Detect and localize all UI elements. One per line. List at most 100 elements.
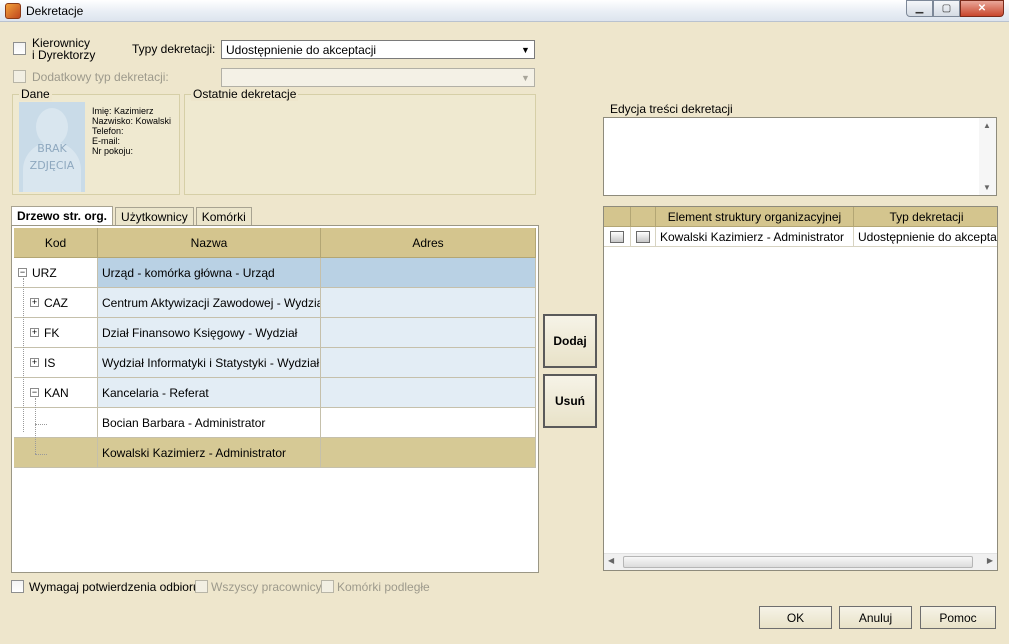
anuluj-button[interactable]: Anuluj xyxy=(839,606,912,629)
edycja-label: Edycja treści dekretacji xyxy=(610,102,733,116)
collapse-icon[interactable]: − xyxy=(18,268,27,277)
tree-kod-cell: − URZ xyxy=(14,258,98,288)
tree-kod: IS xyxy=(44,355,56,370)
user-telefon: Telefon: xyxy=(92,126,124,136)
kierownicy-checkbox[interactable] xyxy=(13,42,26,55)
tree-kod-cell: + FK xyxy=(14,318,98,348)
minimize-icon[interactable]: ▁ xyxy=(906,0,933,17)
tab-strip: Drzewo str. org. Użytkownicy Komórki xyxy=(11,206,254,225)
column-header-typ[interactable]: Typ dekretacji xyxy=(854,207,997,227)
komorki-label: Komórki podległe xyxy=(337,580,430,594)
close-icon[interactable]: ✕ xyxy=(960,0,1004,17)
user-nazwisko: Nazwisko: Kowalski xyxy=(92,116,172,126)
table-row[interactable]: Kowalski Kazimierz - Administrator xyxy=(14,438,536,468)
dekretacje-grid[interactable]: Element struktury organizacyjnej Typ dek… xyxy=(603,206,998,571)
title-bar xyxy=(0,0,1009,22)
tree-connector xyxy=(35,424,47,425)
row-action-cell xyxy=(604,227,631,247)
dekretacja-typ[interactable]: Udostępnienie do akceptacji xyxy=(854,227,997,247)
kierownicy-label: Kierownicy i Dyrektorzy xyxy=(32,36,96,62)
table-row[interactable]: Bocian Barbara - Administrator xyxy=(14,408,536,438)
tree-kod: URZ xyxy=(32,265,57,280)
avatar: BRAK ZDJĘCIA xyxy=(19,102,85,192)
user-info: Imię: Kazimierz Nazwisko: Kowalski Telef… xyxy=(92,106,171,156)
user-imie: Imię: Kazimierz xyxy=(92,106,154,116)
tree-nazwa: Kowalski Kazimierz - Administrator xyxy=(98,438,321,468)
pomoc-button[interactable]: Pomoc xyxy=(920,606,996,629)
table-row[interactable]: − KAN Kancelaria - Referat xyxy=(14,378,536,408)
tree-nazwa: Urząd - komórka główna - Urząd xyxy=(98,258,321,288)
tab-drzewo[interactable]: Drzewo str. org. xyxy=(11,206,114,225)
collapse-icon[interactable]: − xyxy=(30,388,39,397)
window-controls: ▁ ▢ ✕ xyxy=(906,0,1004,17)
ok-button[interactable]: OK xyxy=(759,606,832,629)
photo-placeholder-text: BRAK ZDJĘCIA xyxy=(29,142,75,172)
ostatnie-dekretacje-title: Ostatnie dekretacje xyxy=(191,87,299,101)
typy-dekretacji-value: Udostępnienie do akceptacji xyxy=(226,43,377,57)
tree-adres xyxy=(321,318,536,348)
dodatkowy-typ-select[interactable]: ▼ xyxy=(221,68,535,87)
tree-adres xyxy=(321,408,536,438)
edit-icon[interactable] xyxy=(610,230,624,243)
dodaj-button[interactable]: Dodaj xyxy=(543,314,597,368)
ostatnie-dekretacje-group: Ostatnie dekretacje xyxy=(184,87,536,195)
column-header-nazwa[interactable]: Nazwa xyxy=(98,228,321,258)
tree-kod: KAN xyxy=(44,385,69,400)
user-email: E-mail: xyxy=(92,136,121,146)
tab-komorki[interactable]: Komórki xyxy=(195,207,252,225)
edycja-scrollbar[interactable]: ▲ ▼ xyxy=(979,118,996,195)
tab-uzytkownicy[interactable]: Użytkownicy xyxy=(115,207,194,225)
tree-adres xyxy=(321,438,536,468)
org-tree-viewport: Kod Nazwa Adres − URZ Urząd - komórka głó… xyxy=(14,228,536,570)
tree-nazwa: Bocian Barbara - Administrator xyxy=(98,408,321,438)
dodatkowy-checkbox[interactable] xyxy=(13,70,26,83)
scroll-up-icon[interactable]: ▲ xyxy=(983,121,991,130)
tree-kod: CAZ xyxy=(44,295,68,310)
delete-icon[interactable] xyxy=(636,230,650,243)
wymagaj-checkbox[interactable] xyxy=(11,580,24,593)
tree-kod-cell: + CAZ xyxy=(14,288,98,318)
column-header-adres[interactable]: Adres xyxy=(321,228,536,258)
typy-dekretacji-select[interactable]: Udostępnienie do akceptacji ▼ xyxy=(221,40,535,59)
scroll-right-icon[interactable]: ▶ xyxy=(987,556,993,565)
column-header-icon2 xyxy=(631,207,656,227)
tree-connector xyxy=(35,398,36,454)
tree-kod-cell xyxy=(14,408,98,438)
user-pokoj: Nr pokoju: xyxy=(92,146,134,156)
typy-dekretacji-label: Typy dekretacji: xyxy=(132,42,216,56)
table-row[interactable]: + CAZ Centrum Aktywizacji Zawodowej - Wyd… xyxy=(14,288,536,318)
dodatkowy-typ-label: Dodatkowy typ dekretacji: xyxy=(32,70,169,84)
tree-connector xyxy=(35,454,47,455)
tree-kod-cell: + IS xyxy=(14,348,98,378)
komorki-checkbox[interactable] xyxy=(321,580,334,593)
tree-nazwa: Centrum Aktywizacji Zawodowej - Wydział xyxy=(98,288,321,318)
expand-icon[interactable]: + xyxy=(30,358,39,367)
table-row[interactable]: − URZ Urząd - komórka główna - Urząd xyxy=(14,258,536,288)
app-icon xyxy=(5,3,21,19)
tree-kod: FK xyxy=(44,325,60,340)
horizontal-scrollbar[interactable]: ◀ ▶ xyxy=(604,553,997,570)
scroll-thumb[interactable] xyxy=(623,556,973,568)
dekretacja-element[interactable]: Kowalski Kazimierz - Administrator xyxy=(656,227,854,247)
chevron-down-icon[interactable]: ▼ xyxy=(518,70,533,85)
column-header-kod[interactable]: Kod xyxy=(14,228,98,258)
table-row[interactable]: + FK Dział Finansowo Księgowy - Wydział xyxy=(14,318,536,348)
tree-kod-cell: − KAN xyxy=(14,378,98,408)
maximize-icon[interactable]: ▢ xyxy=(933,0,960,17)
wszyscy-checkbox[interactable] xyxy=(195,580,208,593)
tree-nazwa: Wydział Informatyki i Statystyki - Wydzi… xyxy=(98,348,321,378)
usun-button[interactable]: Usuń xyxy=(543,374,597,428)
tree-nazwa: Kancelaria - Referat xyxy=(98,378,321,408)
chevron-down-icon[interactable]: ▼ xyxy=(518,42,533,57)
org-tree-grid[interactable]: Kod Nazwa Adres − URZ Urząd - komórka głó… xyxy=(11,225,539,573)
table-row[interactable]: + IS Wydział Informatyki i Statystyki - W… xyxy=(14,348,536,378)
expand-icon[interactable]: + xyxy=(30,298,39,307)
column-header-element[interactable]: Element struktury organizacyjnej xyxy=(656,207,854,227)
scroll-left-icon[interactable]: ◀ xyxy=(608,556,614,565)
edycja-textarea[interactable]: ▲ ▼ xyxy=(603,117,997,196)
dane-title: Dane xyxy=(19,87,52,101)
scroll-down-icon[interactable]: ▼ xyxy=(983,183,991,192)
expand-icon[interactable]: + xyxy=(30,328,39,337)
tree-kod-cell xyxy=(14,438,98,468)
tree-connector xyxy=(23,278,24,432)
